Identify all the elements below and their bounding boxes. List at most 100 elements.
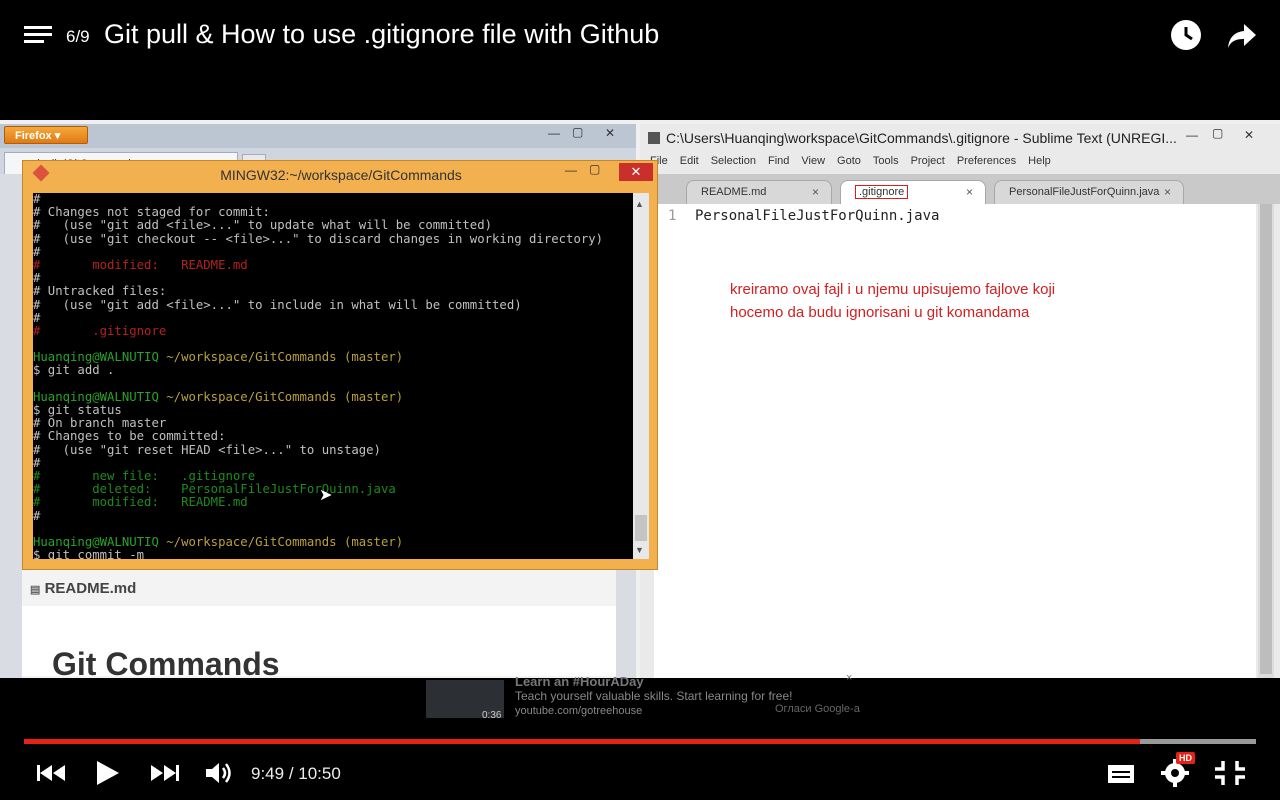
time-display: 9:49 / 10:50 <box>251 764 341 784</box>
ad-google-label: Огласи Google-а <box>775 703 860 715</box>
ad-description: Teach yourself valuable skills. Start le… <box>515 689 793 703</box>
video-title[interactable]: Git pull & How to use .gitignore file wi… <box>104 19 659 50</box>
terminal-line: # .gitignore <box>33 323 167 338</box>
close-ad-icon[interactable]: × <box>846 672 852 684</box>
terminal-line: # <box>33 310 41 325</box>
minimize-icon[interactable]: — <box>1186 128 1198 142</box>
close-tab-icon[interactable]: × <box>812 181 819 203</box>
terminal-line: # (use "git reset HEAD <file>..." to uns… <box>33 442 381 457</box>
next-icon[interactable] <box>150 762 180 789</box>
clock-icon[interactable] <box>1171 20 1201 50</box>
terminal-line: $ git add . <box>33 363 115 378</box>
close-tab-icon[interactable]: × <box>1164 181 1171 203</box>
annotation-line: kreiramo ovaj fajl i u njemu upisujemo f… <box>730 281 1056 298</box>
share-icon[interactable] <box>1226 22 1258 50</box>
close-icon[interactable]: ✕ <box>1244 128 1254 142</box>
tab-personal-file[interactable]: PersonalFileJustForQuinn.java × <box>994 180 1184 204</box>
close-icon[interactable]: ✕ <box>605 126 615 140</box>
terminal-line: # (use "git add <file>..." to include in… <box>33 297 522 312</box>
terminal-line: Huanqing@WALNUTIQ ~/workspace/GitCommand… <box>33 350 404 365</box>
tab-gitignore[interactable]: .gitignore × <box>840 180 986 204</box>
sublime-tab-bar: README.md × .gitignore × PersonalFileJustF… <box>640 174 1280 204</box>
terminal-line: # (use "git add <file>..." to update wha… <box>33 218 493 233</box>
menu-item-find[interactable]: Find <box>768 155 789 167</box>
tab-label: README.md <box>701 186 767 198</box>
menu-item-preferences[interactable]: Preferences <box>957 155 1016 167</box>
maximize-icon[interactable]: ▢ <box>572 125 583 139</box>
scrollbar-thumb[interactable] <box>635 515 647 541</box>
editor-line[interactable]: PersonalFileJustForQuinn.java <box>695 208 939 224</box>
menu-item-selection[interactable]: Selection <box>711 155 756 167</box>
progress-bar[interactable] <box>24 739 1256 744</box>
time-separator: / <box>284 764 299 783</box>
ad-url[interactable]: youtube.com/gotreehouse <box>515 705 642 717</box>
terminal-output[interactable]: # # Changes not staged for commit: # (use … <box>33 193 633 559</box>
playlist-counter: 6/9 <box>66 27 90 46</box>
terminal-line: # Untracked files: <box>33 284 167 299</box>
firefox-menu-button[interactable]: Firefox ▾ <box>4 126 88 144</box>
readme-label: ▤ README.md <box>30 580 136 597</box>
terminal-line: # <box>33 455 41 470</box>
terminal-line: Huanqing@WALNUTIQ ~/workspace/GitCommand… <box>33 389 404 404</box>
book-icon: ▤ <box>30 584 41 596</box>
tab-label: .gitignore <box>855 185 909 199</box>
terminal-scrollbar[interactable]: ▲ ▼ <box>633 193 649 559</box>
line-number: 1 <box>668 208 677 224</box>
sublime-app-icon <box>648 132 660 144</box>
chevron-down-icon[interactable]: ▼ <box>635 545 644 555</box>
close-tab-icon[interactable]: × <box>966 181 973 203</box>
terminal-line: # Changes to be committed: <box>33 429 226 444</box>
terminal-line: # modified: README.md <box>33 257 248 272</box>
sublime-scrollbar[interactable] <box>1258 204 1274 678</box>
time-total: 10:50 <box>298 764 341 783</box>
git-bash-window: MINGW32:~/workspace/GitCommands — ▢ ✕ # #… <box>22 160 658 570</box>
minimize-icon[interactable]: — <box>565 163 577 177</box>
video-frame[interactable]: Firefox ▾ — ▢ ✕ quinnliu/GitCommands + ▤… <box>0 120 1280 678</box>
player-controls: 9:49 / 10:50 HD <box>0 750 1280 800</box>
mouse-cursor-icon: ➤ <box>319 487 333 504</box>
ad-duration: 0:36 <box>482 710 502 721</box>
close-icon[interactable]: ✕ <box>619 163 653 181</box>
git-bash-title: MINGW32:~/workspace/GitCommands <box>220 167 462 183</box>
terminal-line: # <box>33 244 41 259</box>
firefox-menu-label: Firefox <box>15 130 52 142</box>
menu-item-edit[interactable]: Edit <box>680 155 699 167</box>
terminal-line: # modified: README.md <box>33 495 248 510</box>
sublime-editor[interactable]: 1 PersonalFileJustForQuinn.java kreiramo… <box>654 204 1256 678</box>
maximize-icon[interactable]: ▢ <box>1212 126 1223 140</box>
tab-readme[interactable]: README.md × <box>686 180 832 204</box>
menu-item-tools[interactable]: Tools <box>873 155 899 167</box>
hd-badge: HD <box>1176 752 1195 764</box>
sublime-menu-bar: File Edit Selection Find View Goto Tools Projec… <box>650 155 1063 167</box>
minimize-icon[interactable]: — <box>548 126 560 140</box>
playlist-icon[interactable] <box>24 26 52 48</box>
terminal-line: $ git commit -m <box>33 548 145 559</box>
maximize-icon[interactable]: ▢ <box>589 162 600 176</box>
sublime-title: C:\Users\Huanqing\workspace\GitCommands\… <box>666 130 1177 146</box>
exit-fullscreen-icon[interactable] <box>1213 760 1247 791</box>
captions-icon[interactable] <box>1107 764 1135 789</box>
volume-icon[interactable] <box>205 760 235 791</box>
annotation-text: kreiramo ovaj fajl i u njemu upisujemo f… <box>730 278 1055 324</box>
menu-item-goto[interactable]: Goto <box>837 155 861 167</box>
readme-heading: Git Commands <box>52 646 280 678</box>
tab-label: PersonalFileJustForQuinn.java <box>1009 186 1160 198</box>
firefox-titlebar: Firefox ▾ — ▢ ✕ <box>0 124 636 148</box>
play-icon[interactable] <box>96 760 120 791</box>
terminal-line: # <box>33 508 41 523</box>
menu-item-project[interactable]: Project <box>911 155 945 167</box>
chevron-up-icon[interactable]: ▲ <box>635 199 644 209</box>
ad-overlay[interactable]: 0:36 Learn an #HourADay Teach yourself v… <box>426 672 866 722</box>
player-top-bar: 6/9 Git pull & How to use .gitignore fil… <box>0 0 1280 120</box>
progress-played <box>24 739 1141 744</box>
scrollbar-thumb[interactable] <box>1260 204 1272 674</box>
menu-item-help[interactable]: Help <box>1028 155 1051 167</box>
terminal-line: # (use "git checkout -- <file>..." to di… <box>33 231 604 246</box>
previous-icon[interactable] <box>36 762 66 789</box>
menu-item-view[interactable]: View <box>801 155 825 167</box>
ad-title[interactable]: Learn an #HourADay <box>515 674 644 689</box>
time-current: 9:49 <box>251 764 285 783</box>
annotation-line: hocemo da budu ignorisani u git komandam… <box>730 304 1030 321</box>
readme-filename: README.md <box>44 580 137 597</box>
sublime-window: C:\Users\Huanqing\workspace\GitCommands\… <box>640 124 1280 678</box>
